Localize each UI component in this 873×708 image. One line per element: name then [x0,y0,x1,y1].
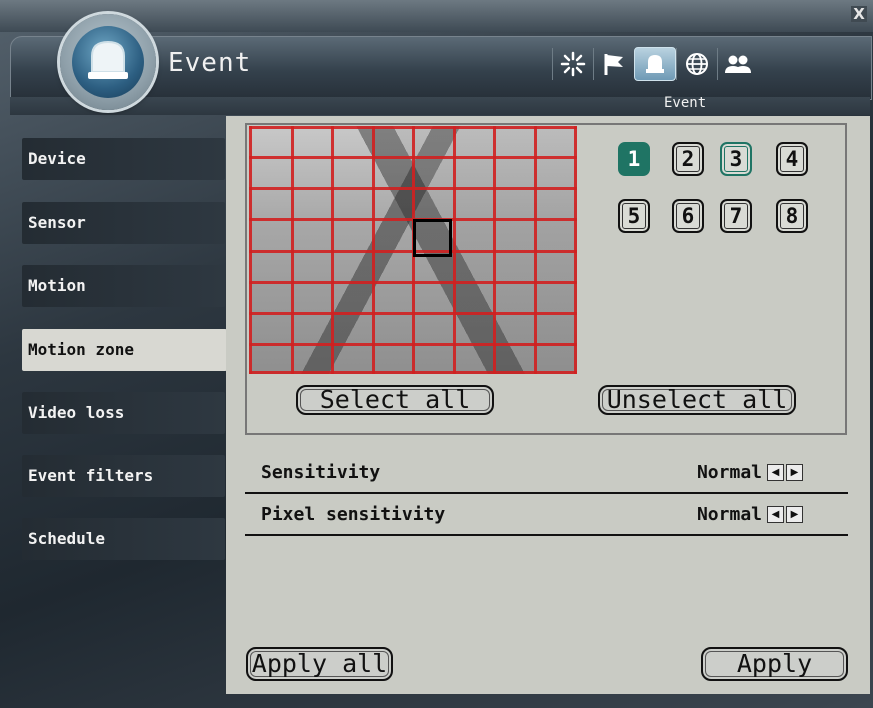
select-all-button[interactable]: Select all [296,385,494,415]
active-tab-label: Event [664,95,707,111]
content-panel: 1 2 3 4 5 6 7 8 Select all Unselect all … [226,116,870,694]
sensitivity-value: Normal [696,462,762,483]
zone-button-3[interactable]: 3 [720,142,752,176]
page-title: Event [168,48,252,78]
zone-button-8[interactable]: 8 [776,199,808,233]
sensitivity-increase-button[interactable]: ▶ [786,464,803,481]
grid-line [331,126,334,374]
grid-line [249,126,252,374]
alarm-bell-icon [88,40,128,79]
pixel-sensitivity-decrease-button[interactable]: ◀ [767,506,784,523]
zone-button-1[interactable]: 1 [618,142,650,176]
sidebar-item-video-loss[interactable]: Video loss [22,392,225,434]
grid-cursor[interactable] [413,219,452,257]
zone-button-6[interactable]: 6 [672,199,704,233]
sensitivity-label: Sensitivity [261,462,381,483]
pixel-sensitivity-row: Pixel sensitivity Normal ◀ ▶ [245,494,848,536]
grid-line [534,126,537,374]
alarm-bell-tab-icon[interactable] [634,47,676,81]
event-window: X Event Event Device Sensor Motion Motio… [0,0,873,708]
event-logo [60,14,156,110]
zone-button-7[interactable]: 7 [720,199,752,233]
apply-all-button[interactable]: Apply all [246,647,393,681]
users-icon[interactable] [717,48,758,80]
sidebar-item-sensor[interactable]: Sensor [22,202,225,244]
sidebar-item-motion-zone[interactable]: Motion zone [22,329,227,371]
close-button[interactable]: X [851,6,867,22]
camera-preview-grid[interactable] [249,126,577,374]
pixel-sensitivity-label: Pixel sensitivity [261,504,446,525]
grid-line [453,126,456,374]
pixel-sensitivity-increase-button[interactable]: ▶ [786,506,803,523]
grid-line [493,126,496,374]
zone-button-4[interactable]: 4 [776,142,808,176]
unselect-all-button[interactable]: Unselect all [598,385,796,415]
sidebar-item-schedule[interactable]: Schedule [22,518,225,560]
grid-line [291,126,294,374]
sensitivity-decrease-button[interactable]: ◀ [767,464,784,481]
pixel-sensitivity-value: Normal [696,504,762,525]
flag-icon[interactable] [593,48,634,80]
sensitivity-row: Sensitivity Normal ◀ ▶ [245,452,848,494]
header-sub-bar [10,97,870,115]
zone-button-2[interactable]: 2 [672,142,704,176]
sidebar-item-motion[interactable]: Motion [22,265,225,307]
loading-star-icon[interactable] [552,48,593,80]
sidebar-item-device[interactable]: Device [22,138,225,180]
globe-icon[interactable] [676,48,717,80]
zone-button-5[interactable]: 5 [618,199,650,233]
apply-button[interactable]: Apply [701,647,848,681]
grid-line [372,126,375,374]
grid-line [574,126,577,374]
sidebar-item-event-filters[interactable]: Event filters [22,455,225,497]
toolbar [552,46,758,82]
